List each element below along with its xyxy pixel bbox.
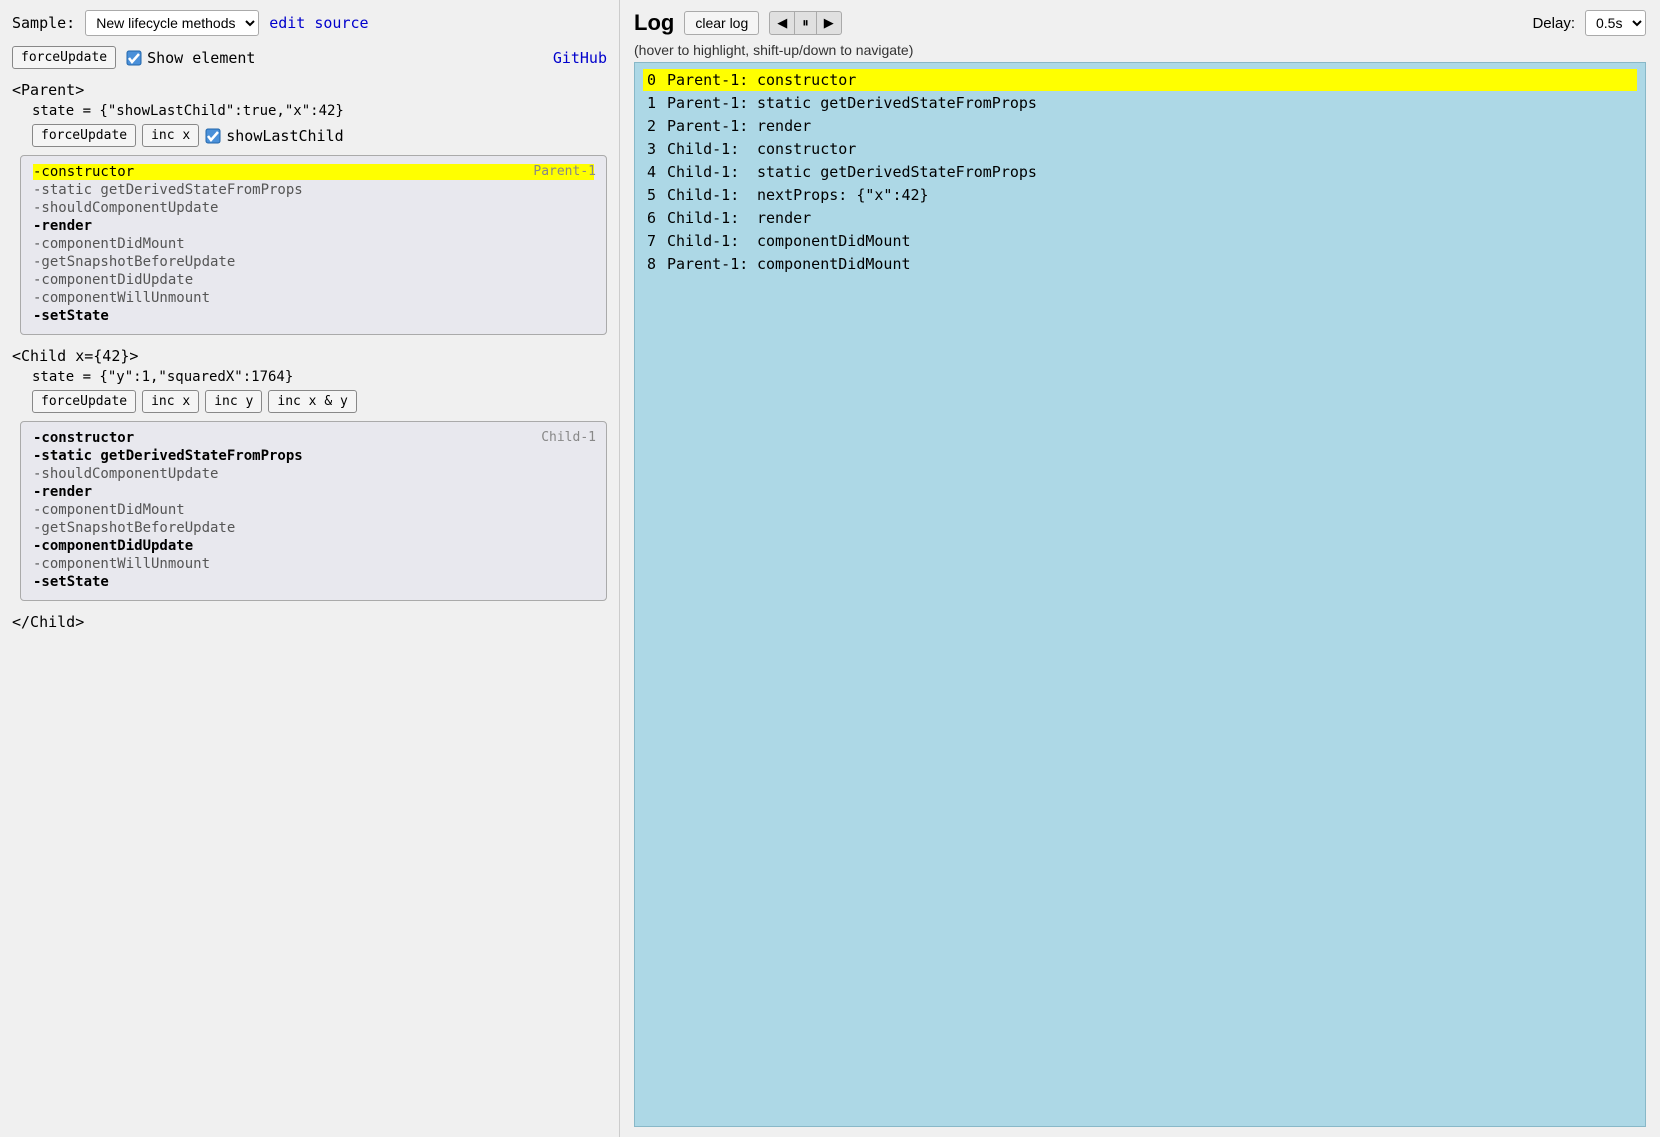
log-entry-num: 4 (647, 163, 667, 181)
log-entry-method: nextProps: {"x":42} (757, 186, 929, 204)
log-entry-component: Parent-1: (667, 117, 757, 135)
child-inc-x-btn[interactable]: inc x (142, 390, 199, 413)
child-component-label: Child-1 (541, 430, 596, 445)
lifecycle-item-parent-4[interactable]: -componentDidMount (33, 236, 594, 252)
lifecycle-item-child-2[interactable]: -shouldComponentUpdate (33, 466, 594, 482)
log-entry-method: render (757, 117, 811, 135)
parent-inc-x-btn[interactable]: inc x (142, 124, 199, 147)
log-entry[interactable]: 3 Child-1: constructor (643, 138, 1637, 160)
log-header: Log clear log ◀ ⏸ ▶ Delay: 0.5s 1s 2s (634, 10, 1646, 36)
left-panel: Sample: New lifecycle methods setState e… (0, 0, 620, 1137)
force-update-button-top[interactable]: forceUpdate (12, 46, 116, 69)
parent-lifecycle-box: Parent-1 -constructor -static getDerived… (20, 155, 607, 335)
log-entry[interactable]: 1 Parent-1: static getDerivedStateFromPr… (643, 92, 1637, 114)
parent-state-line: state = {"showLastChild":true,"x":42} (32, 103, 607, 119)
child-inc-y-btn[interactable]: inc y (205, 390, 262, 413)
log-entry-component: Child-1: (667, 232, 757, 250)
child-closing-tag: </Child> (12, 613, 607, 631)
log-entry-method: componentDidMount (757, 232, 911, 250)
child-state-line: state = {"y":1,"squaredX":1764} (32, 369, 607, 385)
lifecycle-item-child-6[interactable]: -componentDidUpdate (33, 538, 594, 554)
parent-force-update-btn[interactable]: forceUpdate (32, 124, 136, 147)
child-inc-xy-btn[interactable]: inc x & y (268, 390, 356, 413)
nav-next-button[interactable]: ▶ (816, 11, 842, 35)
lifecycle-item-parent-3[interactable]: -render (33, 218, 594, 234)
log-entry-method: render (757, 209, 811, 227)
log-entry-num: 6 (647, 209, 667, 227)
lifecycle-item-child-4[interactable]: -componentDidMount (33, 502, 594, 518)
sample-label: Sample: (12, 14, 75, 32)
child-button-row: forceUpdate inc x inc y inc x & y (32, 390, 607, 413)
top-bar: Sample: New lifecycle methods setState e… (12, 10, 607, 36)
lifecycle-item-parent-1[interactable]: -static getDerivedStateFromProps (33, 182, 594, 198)
log-entry-num: 2 (647, 117, 667, 135)
log-entry-component: Child-1: (667, 209, 757, 227)
show-element-label: Show element (147, 49, 255, 67)
lifecycle-item-parent-8[interactable]: -setState (33, 308, 594, 324)
log-entry-method: componentDidMount (757, 255, 911, 273)
show-element-checkbox-icon[interactable] (126, 50, 142, 66)
log-entry-method: constructor (757, 140, 856, 158)
lifecycle-item-parent-5[interactable]: -getSnapshotBeforeUpdate (33, 254, 594, 270)
log-title: Log (634, 10, 674, 36)
lifecycle-item-parent-7[interactable]: -componentWillUnmount (33, 290, 594, 306)
lifecycle-item-parent-0[interactable]: -constructor (33, 164, 594, 180)
parent-block: <Parent> state = {"showLastChild":true,"… (12, 81, 607, 335)
log-entry-num: 5 (647, 186, 667, 204)
right-panel: Log clear log ◀ ⏸ ▶ Delay: 0.5s 1s 2s (h… (620, 0, 1660, 1137)
log-entry-num: 0 (647, 71, 667, 89)
child-open-tag: <Child x={42}> (12, 347, 607, 365)
log-entry-component: Child-1: (667, 186, 757, 204)
log-entry-component: Parent-1: (667, 94, 757, 112)
log-entry-component: Child-1: (667, 163, 757, 181)
parent-open-tag: <Parent> (12, 81, 607, 99)
lifecycle-item-child-5[interactable]: -getSnapshotBeforeUpdate (33, 520, 594, 536)
lifecycle-item-child-7[interactable]: -componentWillUnmount (33, 556, 594, 572)
sample-select[interactable]: New lifecycle methods setState (85, 10, 259, 36)
log-entry[interactable]: 0 Parent-1: constructor (643, 69, 1637, 91)
lifecycle-item-parent-2[interactable]: -shouldComponentUpdate (33, 200, 594, 216)
log-area: 0 Parent-1: constructor1 Parent-1: stati… (634, 62, 1646, 1127)
log-entry[interactable]: 7 Child-1: componentDidMount (643, 230, 1637, 252)
lifecycle-item-child-8[interactable]: -setState (33, 574, 594, 590)
parent-component-label: Parent-1 (533, 164, 596, 179)
lifecycle-item-child-1[interactable]: -static getDerivedStateFromProps (33, 448, 594, 464)
child-lifecycle-box: Child-1 -constructor -static getDerivedS… (20, 421, 607, 601)
log-entry-method: constructor (757, 71, 856, 89)
show-last-child-checkbox[interactable] (205, 128, 221, 144)
delay-label: Delay: (1532, 15, 1575, 32)
log-entry[interactable]: 8 Parent-1: componentDidMount (643, 253, 1637, 275)
log-entry[interactable]: 2 Parent-1: render (643, 115, 1637, 137)
log-entry-method: static getDerivedStateFromProps (757, 163, 1037, 181)
show-last-child-label: showLastChild (226, 127, 343, 145)
delay-select[interactable]: 0.5s 1s 2s (1585, 10, 1646, 36)
second-bar: forceUpdate Show element GitHub (12, 46, 607, 69)
log-entry-num: 3 (647, 140, 667, 158)
log-entry-num: 1 (647, 94, 667, 112)
show-element-wrapper: Show element (126, 49, 255, 67)
nav-group: ◀ ⏸ ▶ (769, 11, 842, 35)
log-entry-method: static getDerivedStateFromProps (757, 94, 1037, 112)
lifecycle-item-parent-6[interactable]: -componentDidUpdate (33, 272, 594, 288)
parent-button-row: forceUpdate inc x showLastChild (32, 124, 607, 147)
lifecycle-item-child-3[interactable]: -render (33, 484, 594, 500)
log-entry[interactable]: 5 Child-1: nextProps: {"x":42} (643, 184, 1637, 206)
log-entry-component: Parent-1: (667, 255, 757, 273)
child-block: <Child x={42}> state = {"y":1,"squaredX"… (12, 347, 607, 601)
parent-checkbox-row: showLastChild (205, 127, 343, 145)
log-entry-num: 7 (647, 232, 667, 250)
child-force-update-btn[interactable]: forceUpdate (32, 390, 136, 413)
clear-log-button[interactable]: clear log (684, 11, 759, 35)
hint-text: (hover to highlight, shift-up/down to na… (634, 42, 1646, 58)
edit-source-link[interactable]: edit source (269, 14, 368, 32)
log-entry[interactable]: 4 Child-1: static getDerivedStateFromPro… (643, 161, 1637, 183)
github-link[interactable]: GitHub (553, 49, 607, 67)
nav-pause-button[interactable]: ⏸ (795, 11, 816, 35)
log-entry-component: Parent-1: (667, 71, 757, 89)
nav-prev-button[interactable]: ◀ (769, 11, 795, 35)
lifecycle-item-child-0[interactable]: -constructor (33, 430, 594, 446)
log-entry-component: Child-1: (667, 140, 757, 158)
log-entry-num: 8 (647, 255, 667, 273)
log-entry[interactable]: 6 Child-1: render (643, 207, 1637, 229)
